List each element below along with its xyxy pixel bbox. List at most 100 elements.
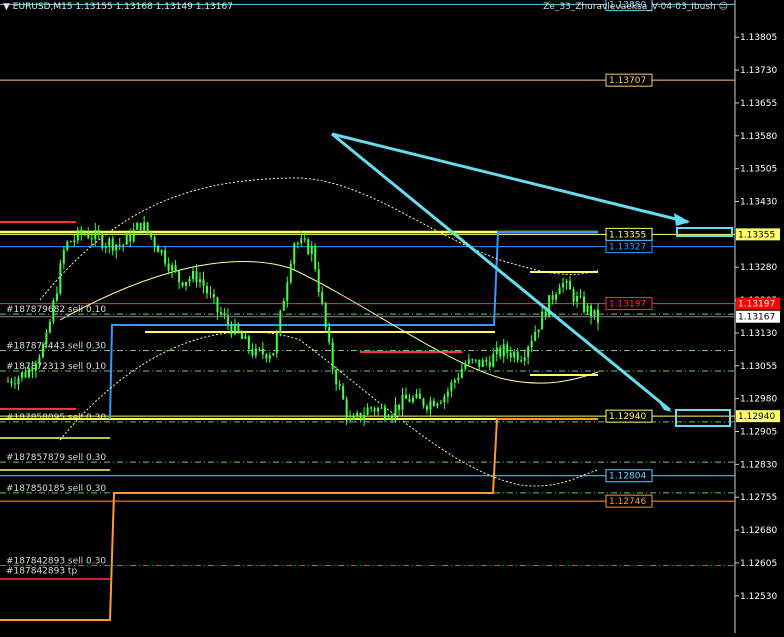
current-price-label: 1.13167	[738, 313, 775, 323]
candle-body	[136, 223, 139, 230]
candle-body	[157, 246, 160, 253]
candle-body	[27, 368, 30, 378]
y-tick-label: 1.13805	[740, 33, 777, 43]
candle-body	[202, 279, 205, 287]
candle-body	[391, 415, 394, 420]
candle-body	[481, 360, 484, 367]
candle-body	[562, 283, 565, 288]
candle-body	[509, 352, 512, 358]
candle-body	[66, 241, 69, 251]
trade-label: #187872313 sell 0.10	[6, 362, 106, 372]
candle-body	[73, 240, 76, 243]
candle-body	[314, 245, 317, 270]
y-tick-label: 1.13730	[740, 66, 777, 76]
candle-body	[373, 408, 376, 412]
candle-body	[471, 359, 474, 361]
candle-body	[335, 369, 338, 385]
trade-label: #187842893 sell 0.30	[6, 557, 106, 567]
candle-body	[363, 414, 366, 420]
candle-body	[432, 400, 435, 406]
level-price-label: 1.12804	[609, 472, 646, 482]
candle-body	[38, 357, 41, 364]
candle-body	[108, 238, 111, 246]
stop-price-label: 1.13197	[738, 300, 775, 310]
price-chart[interactable]: 1.13805 1.13730 1.13655 1.13580 1.13505 1.134…	[0, 0, 784, 633]
candle-body	[404, 394, 407, 399]
candle-body	[450, 382, 453, 392]
candle-body	[129, 234, 132, 242]
candle-body	[247, 336, 250, 350]
candle-body	[34, 363, 37, 371]
candle-body	[492, 353, 495, 367]
candle-body	[76, 229, 79, 241]
candle-body	[132, 229, 135, 242]
candle-body	[530, 340, 533, 348]
candle-body	[321, 291, 324, 304]
candle-body	[307, 239, 310, 255]
candle-body	[502, 344, 505, 357]
y-tick-label: 1.13580	[740, 132, 777, 142]
candle-body	[345, 399, 348, 418]
y-tick-label: 1.13055	[740, 362, 777, 372]
candle-body	[328, 327, 331, 343]
candle-body	[352, 416, 355, 420]
candle-body	[254, 348, 257, 356]
trade-label: #187857879 sell 0.30	[6, 453, 106, 463]
expert-advisor-label: Ze_33_Zhuravlevaeksa_V-04-03_Ibush ☺	[543, 2, 728, 12]
candle-body	[565, 281, 568, 284]
chart-container[interactable]: 1.13805 1.13730 1.13655 1.13580 1.13505 1.134…	[0, 0, 784, 633]
candle-body	[488, 361, 491, 367]
candle-body	[342, 385, 345, 400]
candle-body	[349, 417, 352, 420]
candle-body	[125, 234, 128, 245]
candle-body	[425, 406, 428, 410]
blue-step-line	[109, 231, 598, 420]
candle-body	[205, 286, 208, 294]
candle-body	[216, 297, 219, 313]
level-price-label: 1.13197	[609, 300, 646, 310]
candle-body	[359, 412, 362, 420]
y-tick-label: 1.12830	[740, 460, 777, 470]
candle-body	[261, 348, 264, 355]
candle-body	[485, 360, 488, 362]
candle-body	[551, 295, 554, 300]
candle-body	[338, 384, 341, 386]
candle-body	[237, 323, 240, 333]
trade-label: #187874443 sell 0.30	[6, 341, 106, 351]
candle-body	[506, 344, 509, 353]
candle-body	[418, 393, 421, 399]
y-tick-label: 1.12680	[740, 526, 777, 536]
candle-body	[464, 363, 467, 369]
dropdown-triangle-icon[interactable]: ▼	[3, 2, 10, 12]
candle-body	[597, 309, 599, 323]
candle-body	[101, 235, 104, 248]
candle-body	[408, 398, 411, 402]
candle-body	[446, 391, 449, 397]
candle-body	[555, 294, 558, 300]
trade-sublabel: #187842893 tp	[6, 567, 77, 577]
candle-body	[185, 281, 188, 287]
level-price-label: 1.13355	[609, 230, 646, 240]
candle-body	[590, 305, 593, 318]
candle-body	[122, 244, 125, 246]
candle-body	[265, 354, 268, 359]
candle-body	[331, 342, 334, 370]
candle-body	[279, 310, 282, 334]
y-tick-label: 1.13130	[740, 329, 777, 339]
candle-body	[303, 238, 306, 240]
level-price-label: 1.13327	[609, 243, 646, 253]
candle-body	[115, 244, 118, 251]
candle-body	[436, 403, 439, 406]
candle-body	[13, 383, 16, 385]
orange-step-line	[0, 418, 598, 621]
candle-body	[171, 265, 174, 271]
candle-body	[10, 381, 13, 384]
candle-body	[387, 418, 390, 420]
lower-target-label: 1.12940	[738, 412, 775, 422]
candle-body	[230, 324, 233, 335]
candle-body	[192, 270, 195, 279]
candle-body	[453, 380, 456, 383]
y-tick-label: 1.13655	[740, 99, 777, 109]
candle-body	[174, 265, 177, 272]
y-tick-label: 1.12905	[740, 427, 777, 437]
